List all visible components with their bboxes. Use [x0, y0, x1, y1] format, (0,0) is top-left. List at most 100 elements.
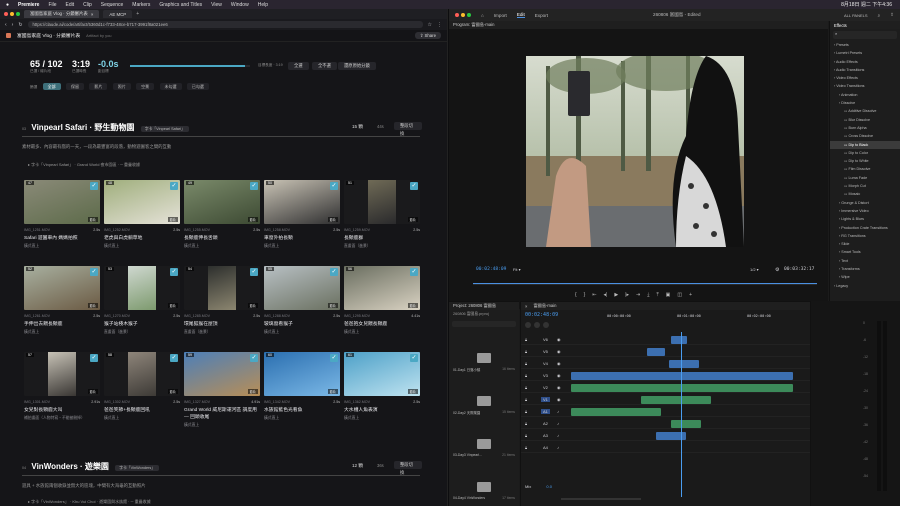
clip-card[interactable]: 60 ✓ 影片 IMG_1342.MOV 2.5s 水族館藍色光看魚 橫式直上	[264, 352, 340, 430]
playhead-timecode[interactable]: 00:02:48:09	[476, 267, 506, 272]
menu-premiere[interactable]: Premiere	[18, 2, 39, 8]
menu-graphics[interactable]: Graphics and Titles	[159, 2, 202, 8]
resolution-select[interactable]: 1/2 ▾	[750, 267, 759, 272]
effects-tree-item[interactable]: ▭ Additive Dissolve	[830, 107, 900, 115]
section-toggle-button[interactable]: 整段切換	[394, 122, 422, 136]
timeline-clip[interactable]	[671, 336, 687, 344]
effects-tree-item[interactable]: › Audio Transitions	[830, 66, 900, 74]
filter-all[interactable]: 全部	[42, 83, 61, 90]
reset-storyboard-button[interactable]: 還原原始分鏡	[338, 62, 376, 70]
add-button-icon[interactable]: +	[689, 292, 692, 298]
clip-thumbnail[interactable]: 61 ✓ 影片	[344, 352, 420, 396]
speaker-icon[interactable]: ♪	[557, 445, 559, 450]
bin-item[interactable]: 02-Day2 天際樂園 15 items	[453, 387, 515, 427]
export-frame-icon[interactable]: ▣	[666, 292, 671, 298]
speaker-icon[interactable]: ♪	[557, 433, 559, 438]
filter-unchecked[interactable]: 未勾選	[159, 83, 182, 90]
close-icon[interactable]: ×	[91, 12, 94, 17]
step-back-icon[interactable]: ◂|	[604, 292, 608, 298]
zoom-fit-select[interactable]: Fit ▾	[513, 267, 521, 272]
timeline-clip[interactable]	[647, 348, 665, 356]
effects-tree-item[interactable]: ▭ Mosaic	[830, 190, 900, 198]
section-toggle-button[interactable]: 整段切換	[394, 461, 422, 475]
home-icon[interactable]: ⌂	[481, 13, 484, 18]
clip-thumbnail[interactable]: 56 ✓ 影片	[344, 266, 420, 310]
project-search-input[interactable]	[452, 321, 516, 327]
check-icon[interactable]: ✓	[90, 268, 98, 276]
effects-tree-item[interactable]: ▭ Cross Dissolve	[830, 132, 900, 140]
close-icon[interactable]: ×	[525, 304, 527, 309]
project-label[interactable]: Project: 260806 富國島	[453, 303, 496, 309]
effects-tree-item[interactable]: › Smart Tools	[830, 248, 900, 256]
track-label[interactable]: V6	[541, 337, 550, 342]
track-label[interactable]: V2	[541, 385, 550, 390]
check-icon[interactable]: ✓	[330, 182, 338, 190]
effects-tree-item[interactable]: › Video Transitions	[830, 82, 900, 90]
lock-icon[interactable]: 🔒︎	[525, 421, 527, 426]
linked-selection-icon[interactable]	[534, 322, 540, 328]
lock-icon[interactable]: 🔒︎	[525, 445, 527, 450]
lock-icon[interactable]: 🔒︎	[525, 409, 527, 414]
check-icon[interactable]: ✓	[170, 182, 178, 190]
check-icon[interactable]: ✓	[410, 268, 418, 276]
marker-icon[interactable]	[543, 322, 549, 328]
clip-thumbnail[interactable]: 58 ✓ 影片	[104, 352, 180, 396]
effects-tree-item[interactable]: › Wipe	[830, 273, 900, 281]
effects-tree-item[interactable]: › Legacy	[830, 282, 900, 290]
program-label[interactable]: Program: 富國島-main	[453, 22, 494, 28]
select-none-button[interactable]: 全不選	[312, 62, 337, 70]
tab-effects[interactable]: Effects	[834, 23, 847, 28]
effects-tree-item[interactable]: › Text	[830, 257, 900, 265]
clip-card[interactable]: 54 ✓ 影片 IMG_1285.MOV 2.5s 環尾狐猴在屋頂 直畫面（進景）	[184, 266, 260, 344]
effects-tree-item[interactable]: › RG Transitions	[830, 232, 900, 240]
eye-icon[interactable]: ◉	[557, 349, 561, 354]
eye-icon[interactable]: ◉	[557, 385, 561, 390]
clip-thumbnail[interactable]: 59 ✓ 影片	[184, 352, 260, 396]
eye-icon[interactable]: ◉	[557, 373, 561, 378]
share-icon[interactable]: ⇪	[890, 12, 894, 18]
timeline-clip[interactable]	[669, 360, 699, 368]
effects-tree-item[interactable]: ▭ Dip to Black	[830, 140, 900, 149]
clip-card[interactable]: 56 ✓ 影片 IMG_1295.MOV 4.41s 爸爸抱女兒餵長頸鹿 橫式直上	[344, 266, 420, 344]
track-label[interactable]: V1	[541, 397, 550, 402]
lock-icon[interactable]: 🔒︎	[525, 433, 527, 438]
browser-tab-artifact[interactable]: 富國島家庭 Vlog · 分鏡審片表 ×	[24, 10, 100, 18]
effects-tree-item[interactable]: › Production Crate Transitions	[830, 224, 900, 232]
effects-tree-item[interactable]: › Immersive Video	[830, 207, 900, 215]
sequence-tab[interactable]: 富國島-main	[533, 303, 556, 309]
effects-tree-item[interactable]: › Dissolve	[830, 99, 900, 107]
wrench-icon[interactable]: ⚙	[775, 267, 779, 273]
menu-help[interactable]: Help	[258, 2, 268, 8]
effects-tree-item[interactable]: › Animation	[830, 91, 900, 99]
share-button[interactable]: ⇪ Share	[414, 32, 441, 39]
track-label[interactable]: A1	[541, 409, 550, 414]
eye-icon[interactable]: ◉	[557, 337, 561, 342]
clip-card[interactable]: 61 ✓ 影片 IMG_1362.MOV 2.5s 大水槽人魚表演 橫式直上	[344, 352, 420, 430]
timeline-clip[interactable]	[641, 396, 711, 404]
effects-tree-item[interactable]: › Lights & Blurs	[830, 215, 900, 223]
clip-thumbnail[interactable]: 47 ✓ 影片	[24, 180, 100, 224]
timeline-zoom-scroll[interactable]	[561, 498, 641, 500]
clip-card[interactable]: 57 ✓ 影片 IMG_1301.MOV 2.91s 女兒對長頸鹿大叫 補拍畫面（人物特寫・…	[24, 352, 100, 430]
speaker-icon[interactable]: ♪	[557, 409, 559, 414]
clip-thumbnail[interactable]: 57 ✓ 影片	[24, 352, 100, 396]
clip-card[interactable]: 48 ✓ 影片 IMG_1252.MOV 2.5s 老虎與白虎躺草地 橫式直上	[104, 180, 180, 258]
filter-empty-scene[interactable]: 空景	[136, 83, 155, 90]
reload-icon[interactable]: ↻	[18, 22, 22, 28]
workspace-menu[interactable]: ALL PANELS	[844, 13, 868, 18]
bin-item[interactable]: 03-Day3 Vinpearl... 21 items	[453, 430, 515, 470]
eye-icon[interactable]: ◉	[557, 397, 561, 402]
forward-icon[interactable]: ›	[12, 22, 14, 28]
clip-thumbnail[interactable]: 53 ✓ 影片	[104, 266, 180, 310]
filter-checked[interactable]: 已勾選	[186, 83, 209, 90]
clip-thumbnail[interactable]: 48 ✓ 影片	[104, 180, 180, 224]
effects-search-input[interactable]: ⌕	[833, 31, 897, 39]
clip-thumbnail[interactable]: 55 ✓ 影片	[264, 266, 340, 310]
lock-icon[interactable]: 🔒︎	[525, 361, 527, 366]
clip-card[interactable]: 53 ✓ 影片 IMG_1270.MOV 2.5s 猴子站棧木猴子 直畫面（進景）	[104, 266, 180, 344]
menu-markers[interactable]: Markers	[132, 2, 150, 8]
mix-value[interactable]: 0.0	[546, 484, 552, 489]
play-icon[interactable]: ▶	[614, 292, 618, 298]
lock-icon[interactable]: 🔒︎	[525, 337, 527, 342]
timeline-clip[interactable]	[571, 384, 793, 392]
